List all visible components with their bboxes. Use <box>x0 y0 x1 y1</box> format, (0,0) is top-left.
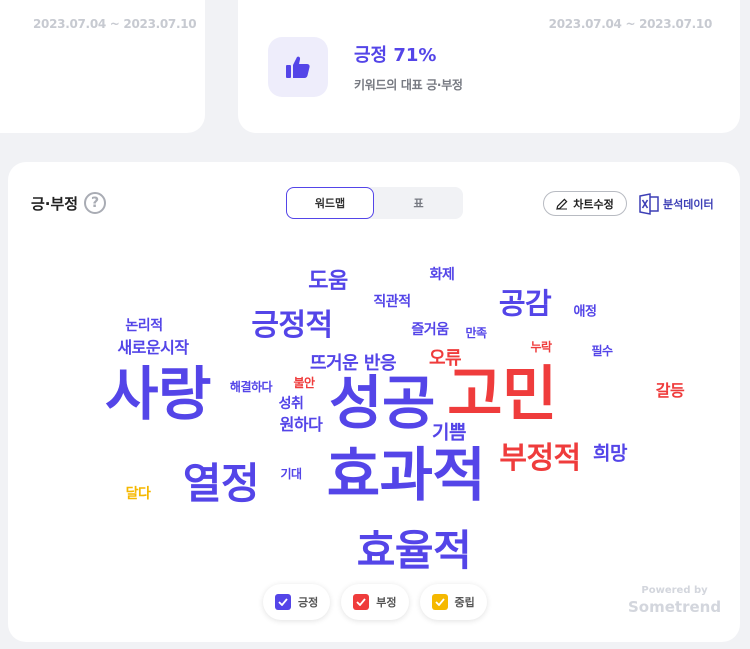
word[interactable]: 부정적 <box>499 444 581 474</box>
word[interactable]: 성공 <box>329 374 435 432</box>
checkbox-checked-icon[interactable] <box>353 594 370 610</box>
export-data-label: 분석데이터 <box>663 197 714 211</box>
word[interactable]: 불안 <box>293 377 315 389</box>
word[interactable]: 갈등 <box>656 383 685 399</box>
word[interactable]: 효과적 <box>327 446 486 504</box>
word-cloud: 도움 화제 직관적 공감 애정 논리적 긍정적 즐거움 만족 새로운시작 누락 … <box>8 252 740 582</box>
word[interactable]: 효율적 <box>357 530 472 572</box>
legend-label: 긍정 <box>298 596 319 609</box>
checkbox-checked-icon[interactable] <box>275 594 291 610</box>
edit-chart-label: 차트수정 <box>573 197 614 211</box>
pencil-icon <box>556 198 568 210</box>
section-title: 긍·부정 ? <box>31 192 107 214</box>
legend: 긍정 부정 중립 <box>263 584 487 620</box>
word[interactable]: 공감 <box>499 289 552 319</box>
section-title-text: 긍·부정 <box>31 194 79 213</box>
checkbox-checked-icon[interactable] <box>431 594 448 610</box>
word[interactable]: 해결하다 <box>230 381 273 393</box>
date-range: 2023.07.04 ~ 2023.07.10 <box>33 17 197 31</box>
word[interactable]: 누락 <box>530 341 552 353</box>
word[interactable]: 원하다 <box>280 417 323 433</box>
legend-neutral[interactable]: 중립 <box>419 584 487 620</box>
excel-icon <box>639 192 659 215</box>
export-data-button[interactable]: 분석데이터 <box>639 191 714 216</box>
summary-card-sentiment: 2023.07.04 ~ 2023.07.10 긍정 71% 키워드의 대표 긍… <box>238 0 740 133</box>
word[interactable]: 논리적 <box>125 319 163 333</box>
edit-chart-button[interactable]: 차트수정 <box>543 191 627 216</box>
word[interactable]: 화제 <box>430 268 455 282</box>
legend-negative[interactable]: 부정 <box>341 584 409 620</box>
legend-label: 부정 <box>376 596 397 609</box>
brand-logo: Sometrend <box>628 598 722 616</box>
word[interactable]: 만족 <box>465 327 487 339</box>
view-toggle: 워드맵 표 <box>286 187 463 219</box>
legend-label: 중립 <box>454 596 475 609</box>
sentiment-wordmap-card: 긍·부정 ? 워드맵 표 차트수정 분석데이터 도움 화제 직관적 공감 애정 … <box>8 162 740 642</box>
sentiment-summary-title: 긍정 71% <box>354 45 437 66</box>
word[interactable]: 열정 <box>183 463 260 505</box>
word[interactable]: 기대 <box>280 468 302 480</box>
powered-by-text: Powered by <box>641 585 708 596</box>
sentiment-summary-subtitle: 키워드의 대표 긍·부정 <box>354 78 463 92</box>
word[interactable]: 기쁨 <box>432 423 466 443</box>
word[interactable]: 달다 <box>126 487 151 501</box>
legend-positive[interactable]: 긍정 <box>263 584 331 620</box>
word[interactable]: 새로운시작 <box>117 340 189 356</box>
word[interactable]: 도움 <box>308 271 348 293</box>
word[interactable]: 고민 <box>447 365 557 425</box>
help-icon[interactable]: ? <box>84 192 107 214</box>
word[interactable]: 희망 <box>593 444 627 464</box>
word[interactable]: 사랑 <box>105 365 211 423</box>
word[interactable]: 성취 <box>279 397 304 411</box>
word[interactable]: 긍정적 <box>251 311 333 341</box>
summary-card-left: 2023.07.04 ~ 2023.07.10 <box>0 0 205 133</box>
powered-by: Powered by Sometrend <box>628 586 721 615</box>
word[interactable]: 직관적 <box>373 295 411 309</box>
word[interactable]: 필수 <box>591 345 613 357</box>
date-range: 2023.07.04 ~ 2023.07.10 <box>548 17 713 31</box>
word[interactable]: 애정 <box>574 306 597 319</box>
tab-table[interactable]: 표 <box>374 187 463 219</box>
thumbs-up-icon <box>268 37 328 97</box>
word[interactable]: 즐거움 <box>411 323 449 337</box>
tab-wordmap[interactable]: 워드맵 <box>286 187 374 219</box>
